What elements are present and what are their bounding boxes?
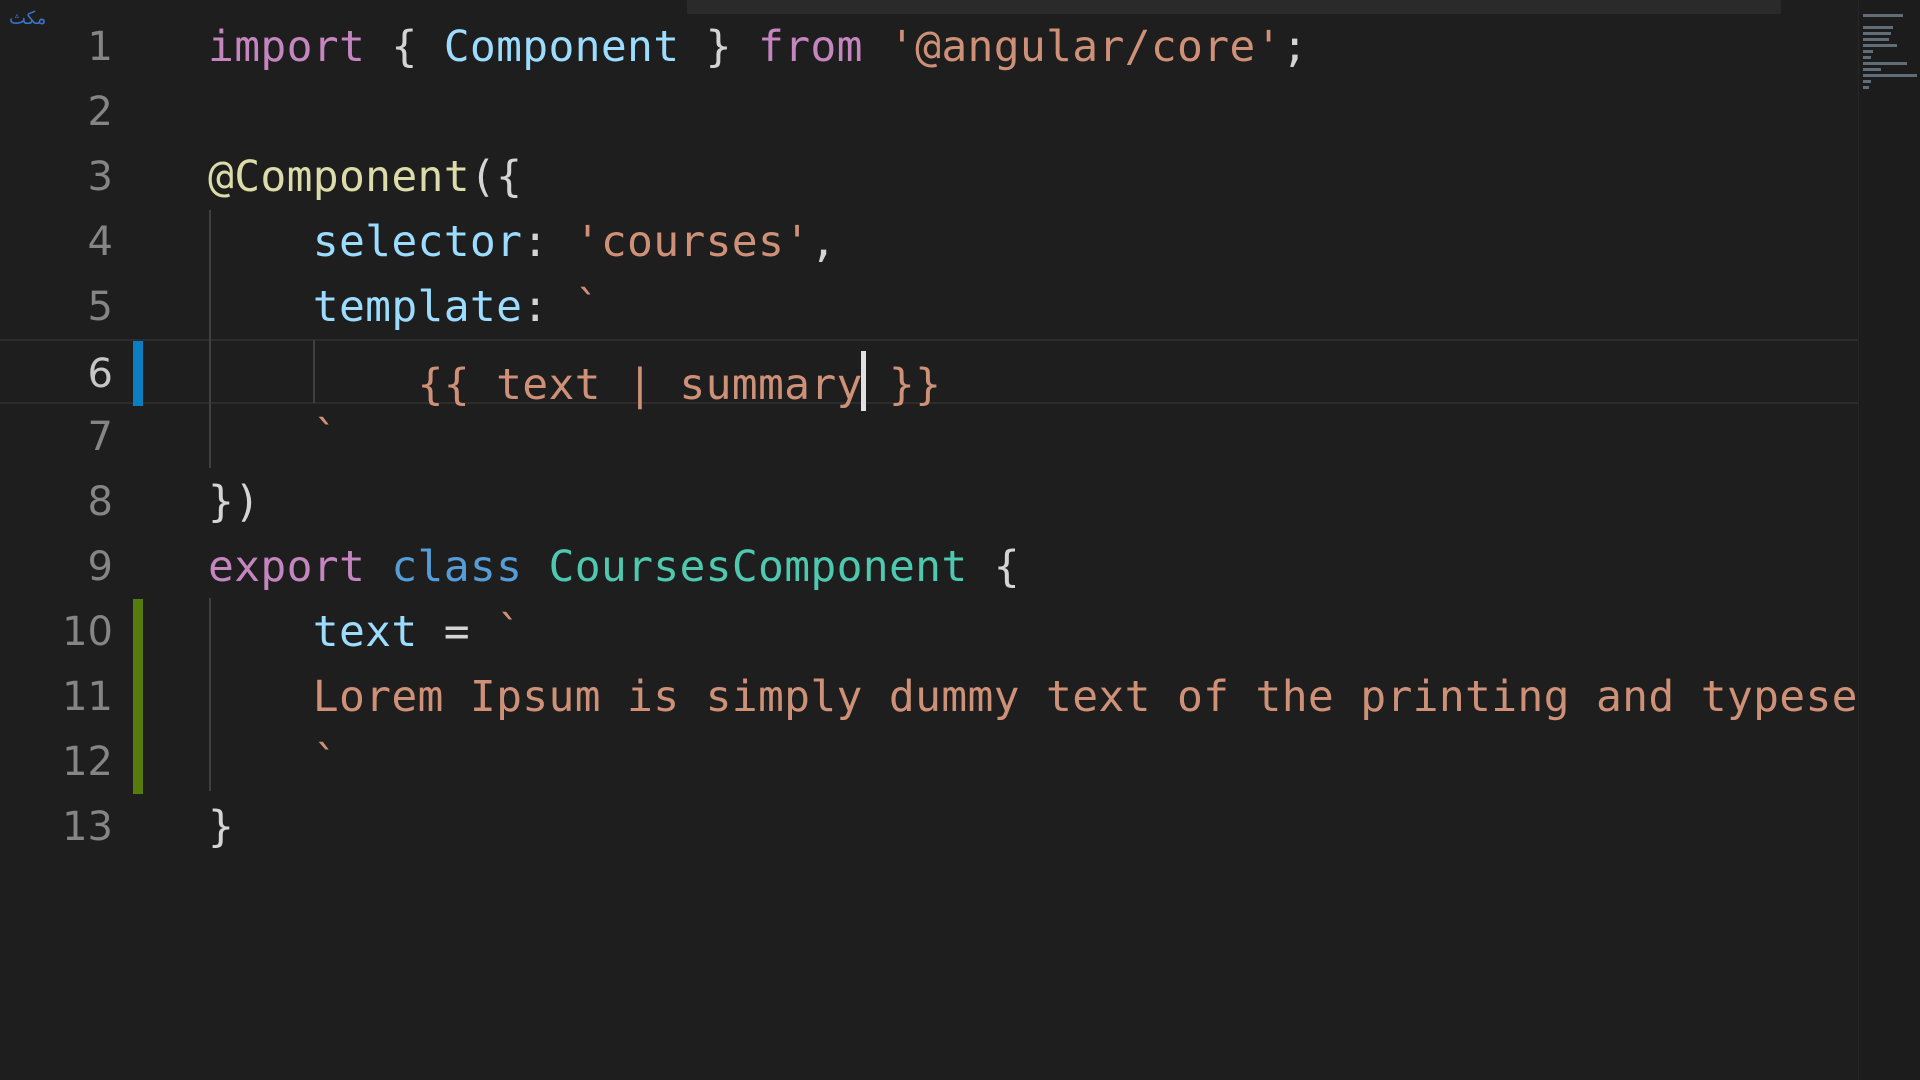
code-line[interactable]: 4 selector: 'courses', [0, 209, 1860, 274]
indent-guide [313, 340, 315, 403]
code-token: }} [862, 360, 942, 410]
code-token: CoursesComponent [548, 542, 968, 592]
code-token: import [208, 22, 366, 72]
line-number: 13 [62, 804, 113, 850]
code-token: ` [496, 607, 523, 657]
code-token: : [522, 282, 575, 332]
minimap-line [1863, 38, 1889, 41]
code-text[interactable]: {{ text | summary }} [208, 351, 941, 411]
code-token: Lorem Ipsum is simply dummy text of the … [312, 672, 1920, 722]
code-token: export [208, 542, 366, 592]
minimap-line [1863, 56, 1871, 59]
code-text[interactable]: Lorem Ipsum is simply dummy text of the … [208, 674, 1920, 720]
code-token: ; [1281, 22, 1308, 72]
code-line[interactable]: 3 @Component({ [0, 144, 1860, 209]
code-token: '@angular/core' [888, 22, 1282, 72]
code-line[interactable]: 1 import { Component } from '@angular/cor… [0, 14, 1860, 79]
code-line[interactable]: 8}) [0, 469, 1860, 534]
code-line[interactable]: 12 ` [0, 729, 1860, 794]
line-number: 6 [87, 351, 113, 397]
line-number: 7 [87, 414, 113, 460]
line-number: 8 [87, 479, 113, 525]
code-line[interactable]: 6 {{ text | summary }} [0, 339, 1860, 411]
code-token: {{ text | summary [417, 360, 863, 410]
code-text[interactable]: export class CoursesComponent { [208, 544, 1020, 590]
line-number: 3 [87, 154, 113, 200]
code-token: ` [312, 412, 339, 462]
line-number: 11 [62, 674, 113, 720]
code-line[interactable]: 2 [0, 79, 1860, 144]
line-number: 2 [87, 89, 113, 135]
code-text[interactable]: import { Component } from '@angular/core… [208, 24, 1308, 70]
code-text[interactable]: text = ` [208, 609, 522, 655]
line-number: 5 [87, 284, 113, 330]
line-number: 4 [87, 219, 113, 265]
code-token: @Component [208, 152, 470, 202]
code-token: selector [312, 217, 523, 267]
added-line-indicator[interactable] [133, 729, 143, 794]
minimap-line [1863, 14, 1903, 17]
code-text[interactable]: ` [208, 739, 339, 785]
indent-guide [209, 210, 211, 468]
code-token: text [312, 607, 418, 657]
code-token: ` [574, 282, 601, 332]
code-token: , [810, 217, 837, 267]
line-number: 10 [62, 609, 113, 655]
minimap-line [1863, 26, 1893, 29]
code-token: { [365, 22, 444, 72]
added-line-indicator[interactable] [133, 664, 143, 729]
code-token: template [312, 282, 523, 332]
code-text[interactable]: }) [208, 479, 260, 525]
code-text[interactable]: selector: 'courses', [208, 219, 837, 265]
code-token: ({ [469, 152, 523, 202]
code-token: 'courses' [574, 217, 811, 267]
code-token: : [522, 217, 575, 267]
minimap-line [1863, 86, 1869, 89]
minimap-line [1863, 32, 1891, 35]
minimap-line [1863, 62, 1907, 65]
minimap-line [1863, 50, 1873, 53]
code-token: } [208, 802, 235, 852]
modified-line-indicator[interactable] [133, 341, 143, 406]
line-number: 12 [62, 739, 113, 785]
code-token: { [967, 542, 1020, 592]
code-line[interactable]: 11 Lorem Ipsum is simply dummy text of t… [0, 664, 1920, 729]
code-line[interactable]: 13} [0, 794, 1860, 859]
code-line[interactable]: 7 ` [0, 404, 1860, 469]
code-token: class [391, 542, 523, 592]
minimap-line [1863, 68, 1881, 71]
added-line-indicator[interactable] [133, 599, 143, 664]
code-token: ` [312, 737, 339, 787]
line-number: 9 [87, 544, 113, 590]
code-line[interactable]: 5 template: ` [0, 274, 1860, 339]
minimap-line [1863, 44, 1897, 47]
code-token: Component [443, 22, 680, 72]
code-token: } [679, 22, 758, 72]
code-line[interactable]: 9 export class CoursesComponent { [0, 534, 1860, 599]
code-text[interactable]: } [208, 804, 234, 850]
minimap[interactable] [1858, 0, 1920, 1080]
horizontal-scrollbar[interactable] [687, 0, 1781, 14]
minimap-line [1863, 80, 1871, 83]
code-line[interactable]: 10 text = ` [0, 599, 1860, 664]
code-text[interactable]: @Component({ [208, 154, 522, 200]
code-token: from [758, 22, 863, 72]
minimap-line [1863, 74, 1917, 77]
line-number: 1 [87, 24, 113, 70]
code-text[interactable]: ` [208, 414, 339, 460]
code-token: = [417, 607, 497, 657]
code-token: }) [208, 477, 261, 527]
code-editor[interactable]: مكث 1 import { Component } from '@angular… [0, 0, 1920, 1080]
code-text[interactable]: template: ` [208, 284, 601, 330]
indent-guide [209, 598, 211, 791]
